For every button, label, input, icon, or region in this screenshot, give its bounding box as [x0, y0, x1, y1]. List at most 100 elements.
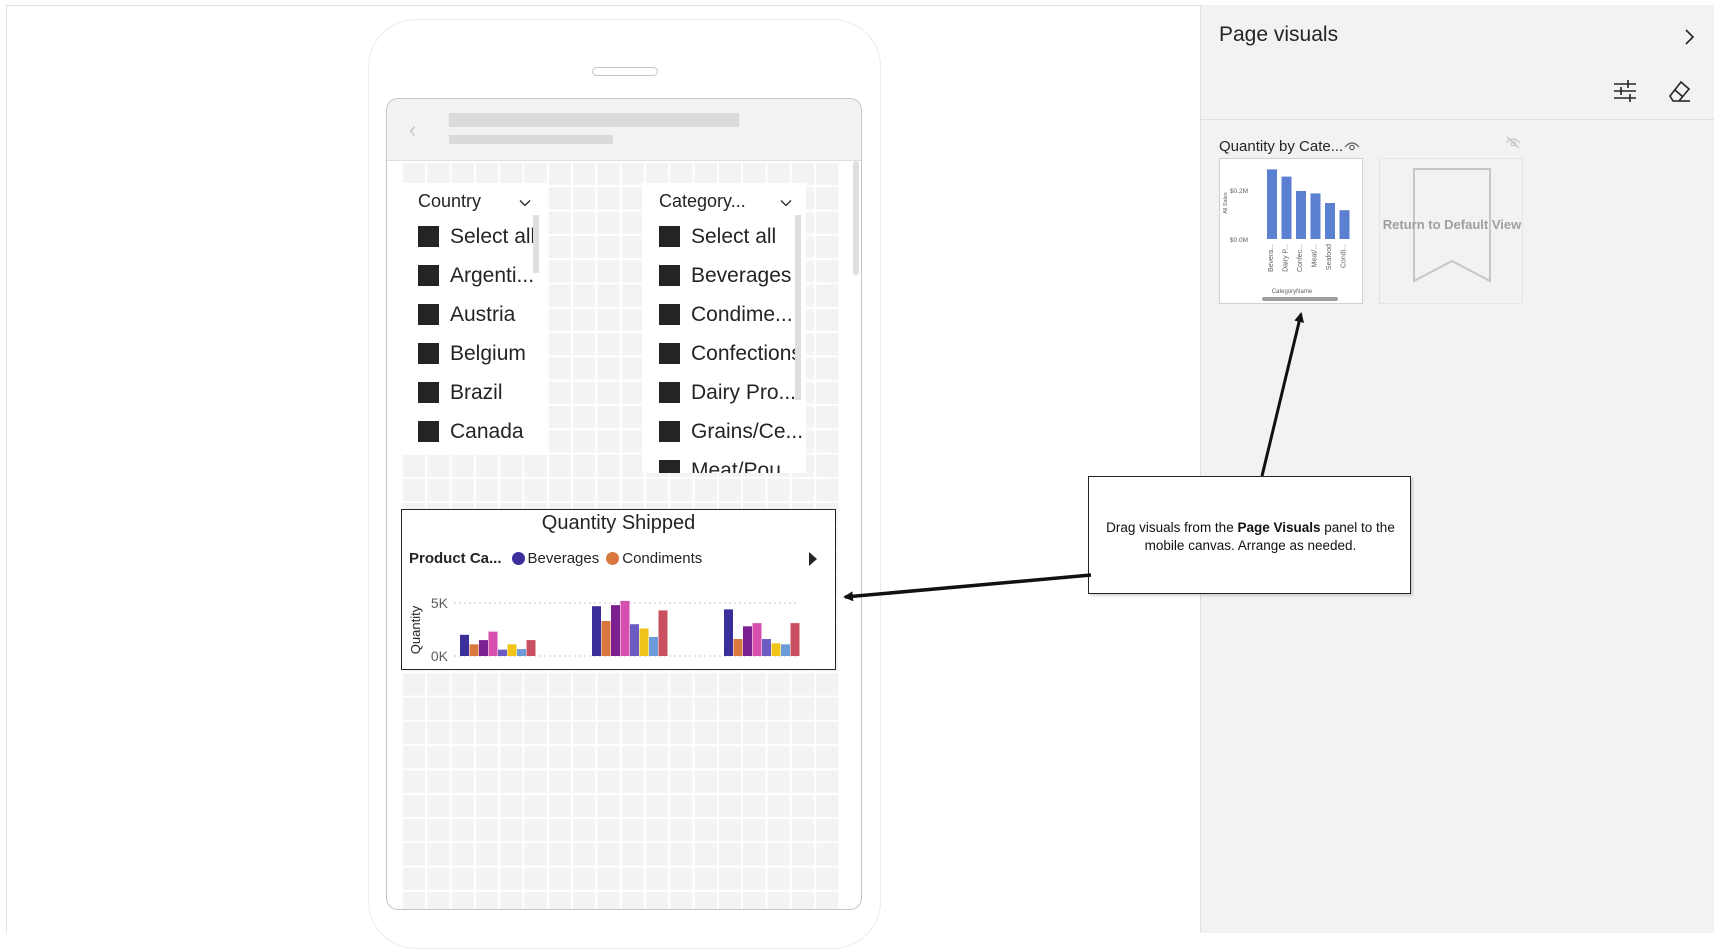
chevron-down-icon[interactable]	[780, 197, 792, 209]
chart-legend: Product Ca... Beverages Condiments	[409, 550, 709, 567]
checkbox[interactable]	[659, 382, 680, 403]
slicer-item-label: Select all	[450, 224, 536, 248]
chart-bar	[1310, 193, 1321, 239]
chart-bar	[658, 610, 668, 656]
header-placeholder-subtitle	[449, 135, 613, 144]
chart-bar	[752, 623, 762, 656]
slicer-item[interactable]: Confections	[659, 334, 803, 373]
country-slicer[interactable]: Country Select all Argenti... Austria Be…	[401, 183, 547, 455]
eraser-icon[interactable]	[1666, 78, 1692, 104]
slicer-item-label: Brazil	[450, 380, 503, 404]
visual-thumbnail-label: Quantity by Cate...	[1219, 138, 1344, 155]
slicer-item[interactable]: Meat/Pou...	[659, 451, 803, 473]
panel-divider	[1201, 119, 1714, 120]
slicer-item[interactable]: Condime...	[659, 295, 803, 334]
checkbox[interactable]	[659, 304, 680, 325]
quantity-shipped-visual[interactable]: Quantity Shipped Product Ca... Beverages…	[401, 509, 836, 670]
slicer-item[interactable]: Select all	[659, 217, 803, 256]
visual-title: Quantity Shipped	[541, 512, 696, 534]
checkbox[interactable]	[659, 265, 680, 286]
chart-bar	[649, 636, 658, 656]
page-visuals-panel: Page visuals Quantity by Cate... $0.2M $0…	[1200, 5, 1714, 933]
mobile-header: ‹	[387, 99, 861, 161]
chevron-right-icon[interactable]	[1679, 27, 1699, 47]
legend-item[interactable]: Beverages	[511, 550, 600, 567]
chart-bar	[601, 621, 611, 656]
chart-bar	[507, 644, 517, 656]
chart-bar	[592, 606, 601, 656]
back-chevron-icon: ‹	[409, 117, 417, 142]
checkbox[interactable]	[418, 421, 439, 442]
chart-bar	[498, 649, 507, 656]
chart-bar	[460, 634, 469, 656]
chart-bar	[479, 640, 488, 656]
slicer-item-label: Beverages	[691, 263, 792, 287]
chart-bar	[1339, 210, 1350, 239]
checkbox[interactable]	[418, 265, 439, 286]
chart-bar	[469, 644, 479, 656]
chart-bar	[762, 639, 771, 656]
legend-next-arrow-icon[interactable]	[809, 552, 817, 566]
thumbnail-chart: $0.2M $0.0M All Sales Bevera... Dairy P... Co…	[1223, 169, 1350, 301]
slicer-item[interactable]: Argenti...	[418, 256, 535, 295]
slicer-item[interactable]: Brazil	[418, 373, 535, 412]
slicer-item[interactable]: Beverages	[659, 256, 803, 295]
chart-bar	[733, 639, 743, 656]
chart-bar	[1267, 169, 1277, 239]
checkbox[interactable]	[418, 343, 439, 364]
bookmark-thumbnail[interactable]: Return to Default View	[1379, 158, 1523, 304]
slicer-item-label: Dairy Pro...	[691, 380, 797, 404]
chart-bar	[1281, 176, 1292, 239]
slicer-list: Select all Argenti... Austria Belgium Br…	[418, 217, 535, 451]
category-slicer[interactable]: Category... Select all Beverages Condime…	[642, 183, 806, 473]
chart-bar	[743, 626, 752, 656]
legend-item[interactable]: Condiments	[606, 550, 702, 567]
slicer-item[interactable]: Belgium	[418, 334, 535, 373]
checkbox[interactable]	[418, 304, 439, 325]
instruction-callout: Drag visuals from the Page Visuals panel…	[1088, 476, 1411, 594]
checkbox[interactable]	[418, 382, 439, 403]
phone-speaker	[592, 67, 658, 76]
checkbox[interactable]	[659, 460, 680, 473]
slicer-item-label: Select all	[691, 224, 777, 248]
slicer-header: Country	[418, 191, 482, 211]
slicer-item-label: Belgium	[450, 341, 526, 365]
mobile-canvas-scrollbar[interactable]	[853, 161, 859, 275]
y-axis-title: Quantity	[408, 605, 423, 654]
slicer-item[interactable]: Austria	[418, 295, 535, 334]
visibility-eye-icon[interactable]	[1344, 139, 1360, 153]
hidden-eye-icon[interactable]	[1505, 135, 1521, 149]
slicer-scrollbar[interactable]	[533, 215, 539, 273]
slicer-item[interactable]: Grains/Ce...	[659, 412, 803, 451]
slicer-item[interactable]: Dairy Pro...	[659, 373, 803, 412]
slicer-item[interactable]: Select all	[418, 217, 535, 256]
slicer-scrollbar[interactable]	[795, 215, 801, 400]
checkbox[interactable]	[659, 421, 680, 442]
chart-bar	[517, 649, 526, 656]
chart-bar	[488, 631, 498, 656]
y-tick-label: $0.0M	[1230, 237, 1248, 244]
thumbnail-scrollbar	[1262, 297, 1338, 301]
panel-title: Page visuals	[1219, 23, 1339, 46]
chart-bar	[724, 609, 733, 656]
x-tick-label: Bevera...	[1268, 244, 1275, 272]
x-axis-title: CategoryName	[1272, 289, 1313, 295]
filter-settings-icon[interactable]	[1612, 78, 1638, 104]
y-tick-label: $0.2M	[1230, 188, 1248, 195]
slicer-item-label: Austria	[450, 302, 516, 326]
slicer-list: Select all Beverages Condime... Confecti…	[659, 217, 803, 473]
checkbox[interactable]	[659, 343, 680, 364]
chevron-down-icon[interactable]	[519, 197, 531, 209]
checkbox[interactable]	[418, 226, 439, 247]
mobile-canvas[interactable]: ‹ Country Select all Argenti... Austria …	[386, 98, 862, 910]
slicer-header: Category...	[659, 191, 746, 211]
header-placeholder-title	[449, 113, 739, 127]
bookmark-label: Return to Default View	[1382, 217, 1522, 232]
x-tick-label: Seafood	[1326, 244, 1333, 270]
legend-label: Beverages	[527, 550, 600, 567]
visual-thumbnail-quantity-by-category[interactable]: $0.2M $0.0M All Sales Bevera... Dairy P... Co…	[1219, 158, 1363, 304]
checkbox[interactable]	[659, 226, 680, 247]
slicer-item[interactable]: Canada	[418, 412, 535, 451]
slicer-item-label: Confections	[691, 341, 802, 365]
callout-text-part: Drag visuals from the	[1106, 520, 1238, 535]
